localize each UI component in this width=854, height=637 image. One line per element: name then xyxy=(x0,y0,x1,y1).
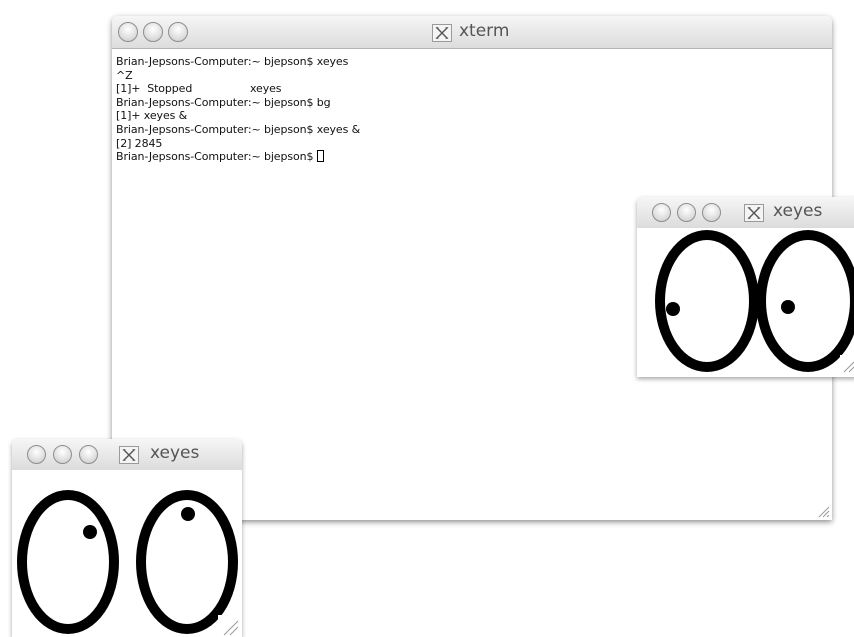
terminal-line: [1]+ Stopped xeyes xyxy=(116,82,282,96)
eye-icon xyxy=(756,230,854,372)
close-button[interactable] xyxy=(27,445,46,464)
terminal-line: ^Z xyxy=(116,68,133,82)
close-button[interactable] xyxy=(118,22,138,42)
minimize-button[interactable] xyxy=(677,203,696,222)
pupil-icon xyxy=(781,300,795,314)
xeyes-right-titlebar[interactable]: xeyes xyxy=(637,197,854,229)
eye-icon xyxy=(17,490,119,634)
terminal-prompt: Brian-Jepsons-Computer:~ bjepson$ xyxy=(116,150,317,164)
terminal-line: Brian-Jepsons-Computer:~ bjepson$ xeyes xyxy=(116,55,349,68)
terminal-line: [1]+ xeyes & xyxy=(116,109,188,123)
window-title: xterm xyxy=(459,21,510,41)
resize-grip-icon[interactable] xyxy=(814,502,830,518)
minimize-button[interactable] xyxy=(53,445,72,464)
text-cursor xyxy=(316,150,324,163)
x11-icon xyxy=(432,24,452,42)
pupil-icon xyxy=(181,507,195,521)
xeyes-right-canvas xyxy=(637,228,854,377)
terminal-line: [2] 2845 xyxy=(116,136,163,150)
terminal-line: Brian-Jepsons-Computer:~ bjepson$ xeyes … xyxy=(116,122,361,136)
xeyes-left-canvas xyxy=(12,470,242,637)
close-button[interactable] xyxy=(652,203,671,222)
xeyes-window-left[interactable]: xeyes xyxy=(12,439,242,637)
zoom-button[interactable] xyxy=(79,445,98,464)
xeyes-window-right[interactable]: xeyes xyxy=(637,197,854,377)
x11-icon xyxy=(119,446,139,464)
pupil-icon xyxy=(666,302,680,316)
x11-icon xyxy=(744,204,764,222)
window-title: xeyes xyxy=(773,201,823,221)
minimize-button[interactable] xyxy=(143,22,163,42)
zoom-button[interactable] xyxy=(168,22,188,42)
window-title: xeyes xyxy=(150,443,200,463)
xeyes-left-titlebar[interactable]: xeyes xyxy=(12,439,242,471)
terminal-line: Brian-Jepsons-Computer:~ bjepson$ bg xyxy=(116,95,331,109)
zoom-button[interactable] xyxy=(702,203,721,222)
xterm-titlebar[interactable]: xterm xyxy=(112,16,832,49)
eye-icon xyxy=(655,230,759,372)
pupil-icon xyxy=(83,525,97,539)
desktop: xterm Brian-Jepsons-Computer:~ bjepson$ … xyxy=(0,0,854,637)
terminal-prompt-line: Brian-Jepsons-Computer:~ bjepson$ xyxy=(114,150,830,164)
